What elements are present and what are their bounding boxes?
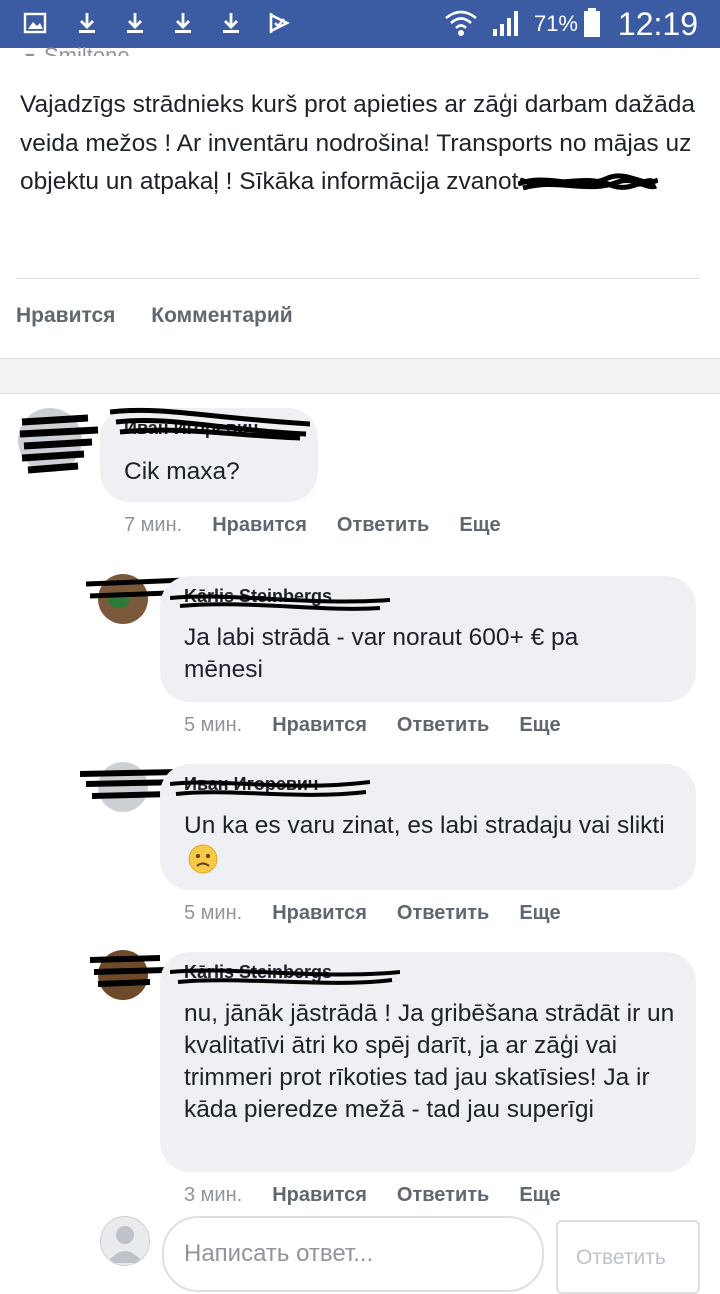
comment-more-button[interactable]: Еще — [459, 514, 500, 536]
comment-like-button[interactable]: Нравится — [212, 514, 307, 536]
check-flag-icon — [266, 10, 292, 36]
comment-meta: 7 мин. Нравится Ответить Еще — [124, 514, 501, 537]
like-button[interactable]: Нравится — [16, 304, 115, 327]
reply-meta: 3 мин. Нравится Ответить Еще — [184, 1184, 561, 1207]
redaction-scribble — [110, 407, 310, 441]
download-icon — [218, 10, 244, 36]
reply-like-button[interactable]: Нравится — [272, 902, 367, 924]
reply-time: 5 мин. — [184, 902, 243, 924]
reply-more-button[interactable]: Еще — [519, 902, 560, 924]
reply-placeholder: Написать ответ... — [184, 1240, 374, 1267]
redaction-scribble — [19, 414, 99, 474]
redaction-scribble — [170, 594, 390, 611]
reply-like-button[interactable]: Нравится — [272, 1184, 367, 1206]
place-label: Smiltene — [43, 43, 130, 56]
reply-time: 3 мин. — [184, 1184, 243, 1206]
download-icon — [170, 10, 196, 36]
post-actions: Нравится Комментарий — [16, 304, 323, 328]
battery-icon — [582, 8, 602, 37]
reply-reply-button[interactable]: Ответить — [397, 1184, 489, 1206]
reply-more-button[interactable]: Еще — [519, 714, 560, 736]
send-reply-button[interactable]: Ответить — [556, 1220, 700, 1294]
worried-face-icon — [188, 844, 218, 874]
send-reply-label: Ответить — [576, 1246, 666, 1269]
reply-time: 5 мин. — [184, 714, 243, 736]
signal-icon — [492, 10, 522, 36]
reply-reply-button[interactable]: Ответить — [397, 714, 489, 736]
redaction-scribble — [90, 955, 167, 987]
user-silhouette-icon — [107, 1226, 143, 1263]
gallery-icon — [22, 10, 48, 36]
download-icon — [122, 10, 148, 36]
reply-meta: 5 мин. Нравится Ответить Еще — [184, 902, 561, 925]
reply-text: nu, jānāk jāstrādā ! Ja gribēšana strādā… — [184, 1000, 675, 1123]
comment-reply-button[interactable]: Ответить — [337, 514, 429, 536]
redaction-scribble — [170, 780, 370, 797]
location-pin-icon: ▼ — [22, 50, 38, 56]
comment-button[interactable]: Комментарий — [151, 304, 292, 327]
redaction-scribble — [518, 173, 659, 190]
reply-meta: 5 мин. Нравится Ответить Еще — [184, 714, 561, 737]
reply-text-wrap: Un ka es varu zinat, es labi stradaju va… — [184, 810, 674, 874]
current-user-avatar — [100, 1216, 150, 1266]
reply-like-button[interactable]: Нравится — [272, 714, 367, 736]
reply-more-button[interactable]: Еще — [519, 1184, 560, 1206]
comment-time: 7 мин. — [124, 514, 183, 536]
redaction-scribble — [170, 968, 400, 985]
wifi-icon — [444, 10, 478, 36]
post-text: Vajadzīgs strādnieks kurš prot apieties … — [20, 86, 700, 202]
reply-reply-button[interactable]: Ответить — [397, 902, 489, 924]
download-icon — [74, 10, 100, 36]
section-separator — [0, 358, 720, 394]
reply-text: Ja labi strādā - var noraut 600+ € pa mē… — [184, 624, 579, 683]
post-place[interactable]: ▼ Smiltene — [22, 34, 130, 56]
battery-percent: 71% — [533, 11, 578, 36]
comment-text: Cik maxa? — [124, 458, 240, 485]
reply-text: Un ka es varu zinat, es labi stradaju va… — [184, 812, 665, 839]
reply-input[interactable]: Написать ответ... — [162, 1216, 544, 1292]
divider — [16, 278, 700, 279]
clock: 12:19 — [617, 6, 698, 42]
